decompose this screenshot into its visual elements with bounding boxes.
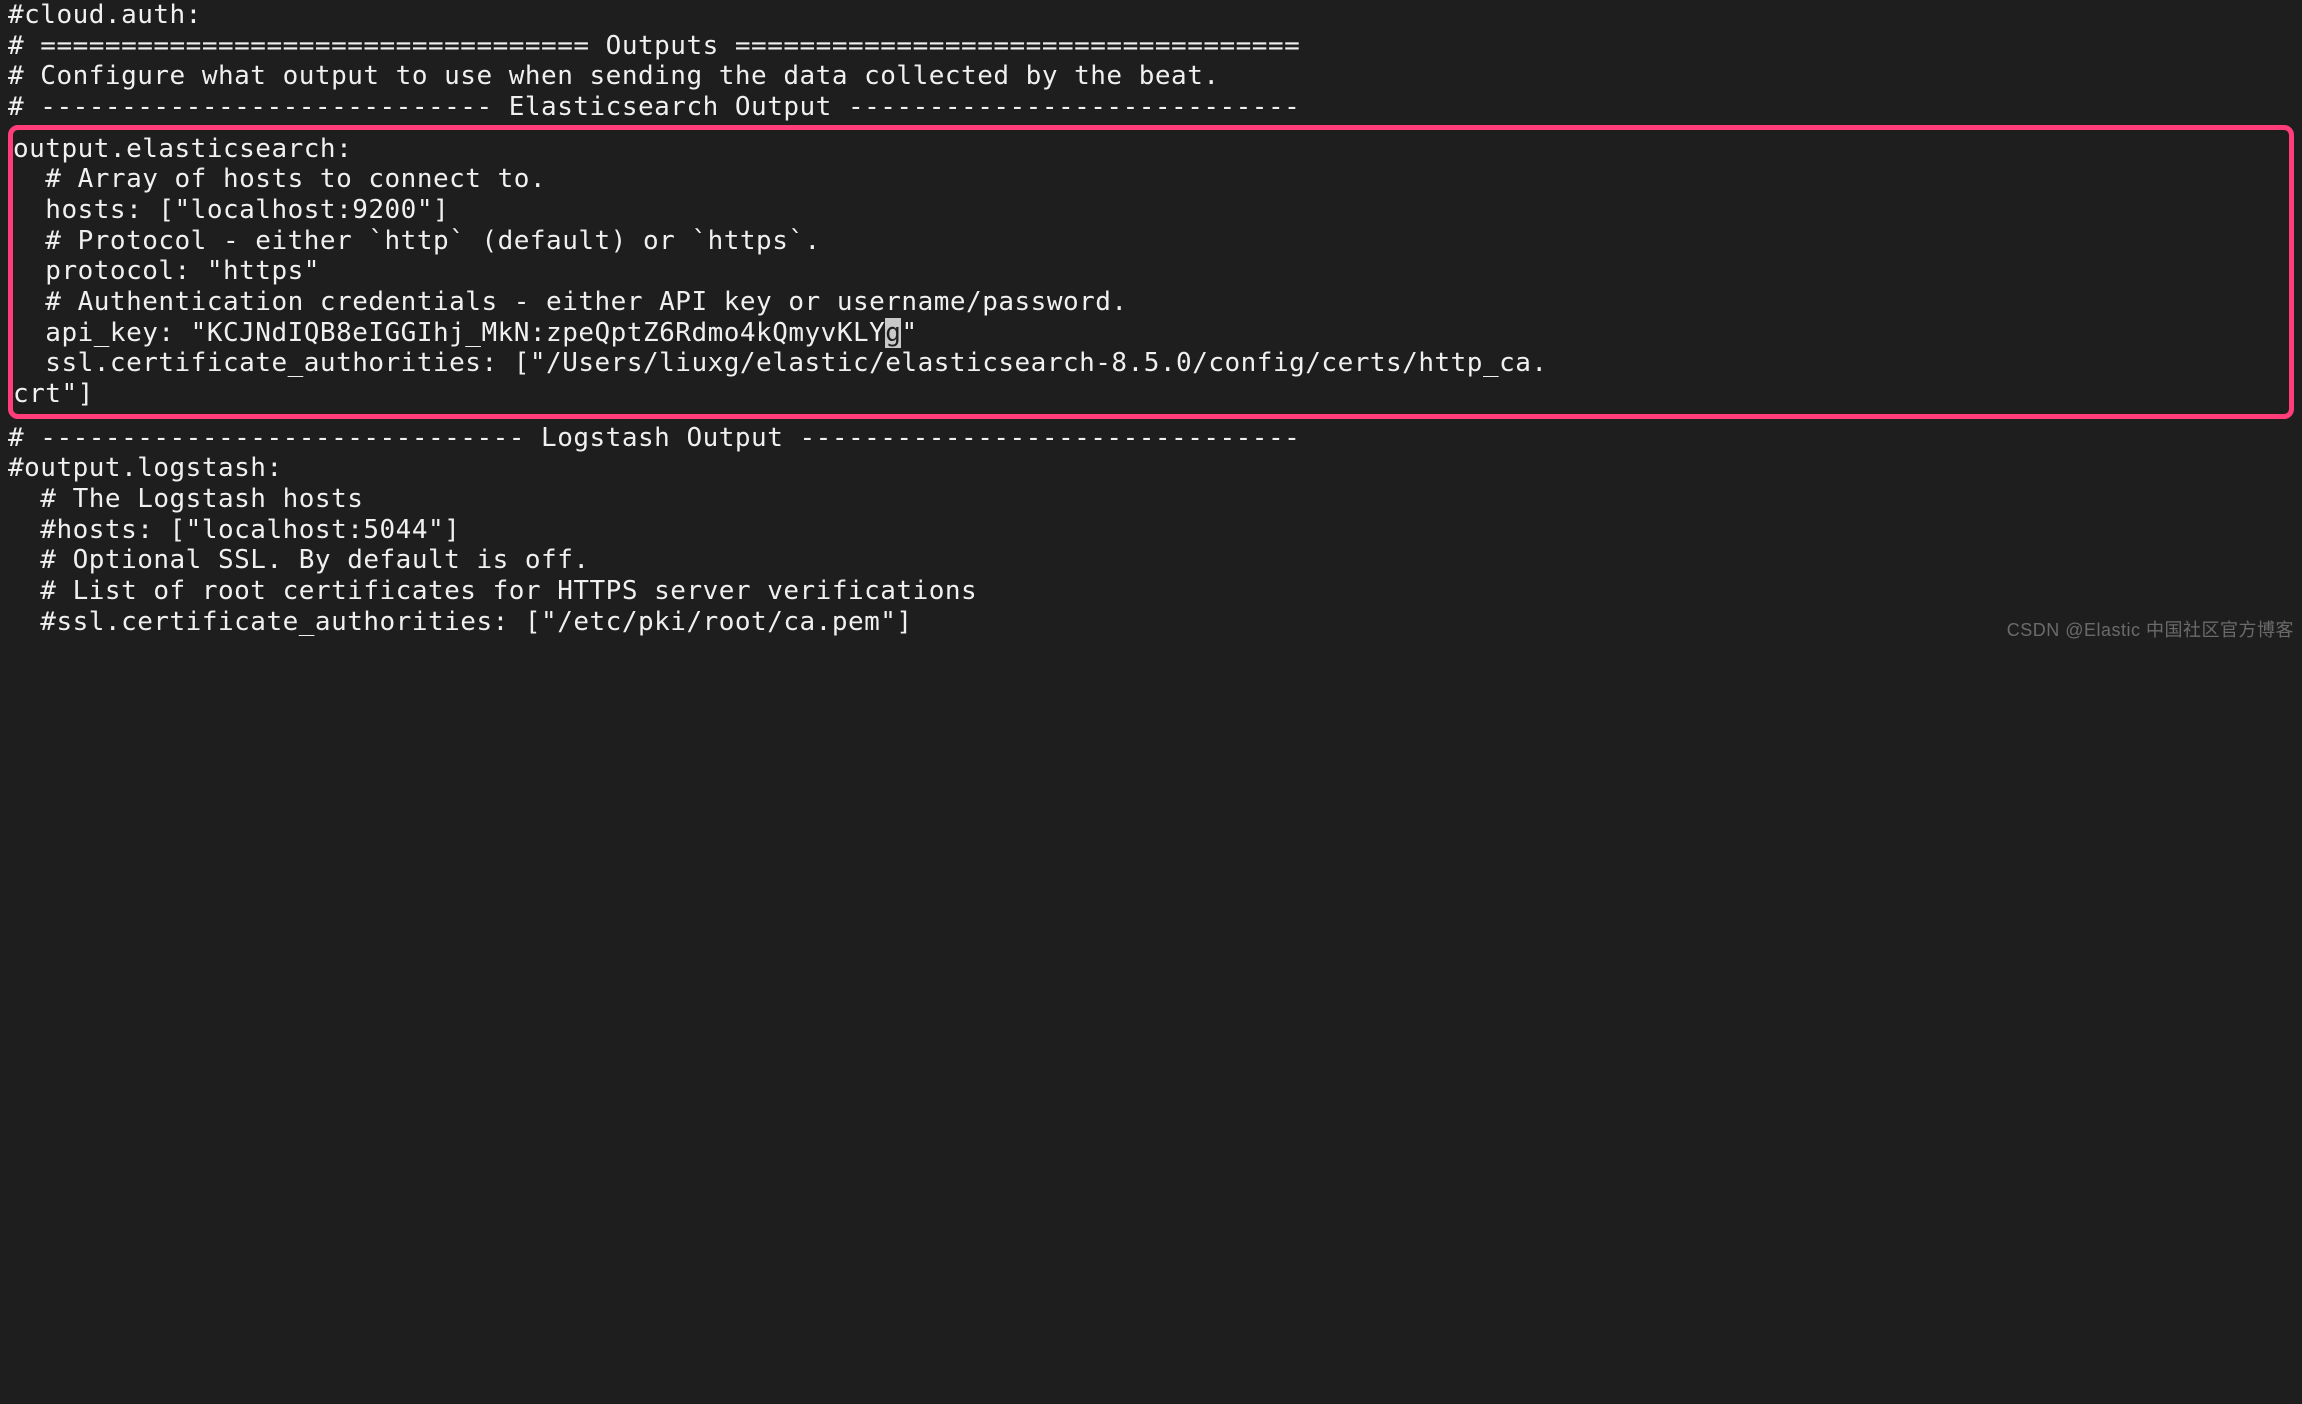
code-line: hosts: ["localhost:9200"] — [13, 195, 2289, 226]
code-line: ssl.certificate_authorities: ["/Users/li… — [13, 348, 2289, 379]
config-file-view: #cloud.auth: # =========================… — [0, 0, 2302, 645]
code-line: crt"] — [13, 379, 2289, 410]
code-line: # Optional SSL. By default is off. — [8, 545, 2294, 576]
code-line: #output.logstash: — [8, 453, 2294, 484]
code-line: # List of root certificates for HTTPS se… — [8, 576, 2294, 607]
section-header-logstash: # ------------------------------ Logstas… — [8, 423, 2294, 454]
code-line: # Array of hosts to connect to. — [13, 164, 2289, 195]
code-line: # The Logstash hosts — [8, 484, 2294, 515]
api-key-prefix: api_key: "KCJNdIQB8eIGGIhj_MkN:zpeQptZ6R… — [13, 318, 885, 348]
cursor-block: g — [885, 318, 901, 348]
section-header-outputs: # ================================== Out… — [8, 31, 2294, 62]
api-key-suffix: " — [901, 318, 917, 348]
code-line: output.elasticsearch: — [13, 134, 2289, 165]
code-line: #hosts: ["localhost:5044"] — [8, 515, 2294, 546]
section-header-elasticsearch: # ---------------------------- Elasticse… — [8, 92, 2294, 123]
code-line: protocol: "https" — [13, 256, 2289, 287]
code-line: # Configure what output to use when send… — [8, 61, 2294, 92]
code-line: #ssl.certificate_authorities: ["/etc/pki… — [8, 607, 2294, 638]
code-line: #cloud.auth: — [8, 0, 2294, 31]
code-line: # Protocol - either `http` (default) or … — [13, 226, 2289, 257]
watermark-text: CSDN @Elastic 中国社区官方博客 — [2007, 620, 2294, 641]
code-line: # Authentication credentials - either AP… — [13, 287, 2289, 318]
highlighted-elasticsearch-output: output.elasticsearch: # Array of hosts t… — [8, 125, 2294, 419]
api-key-line: api_key: "KCJNdIQB8eIGGIhj_MkN:zpeQptZ6R… — [13, 318, 2289, 349]
